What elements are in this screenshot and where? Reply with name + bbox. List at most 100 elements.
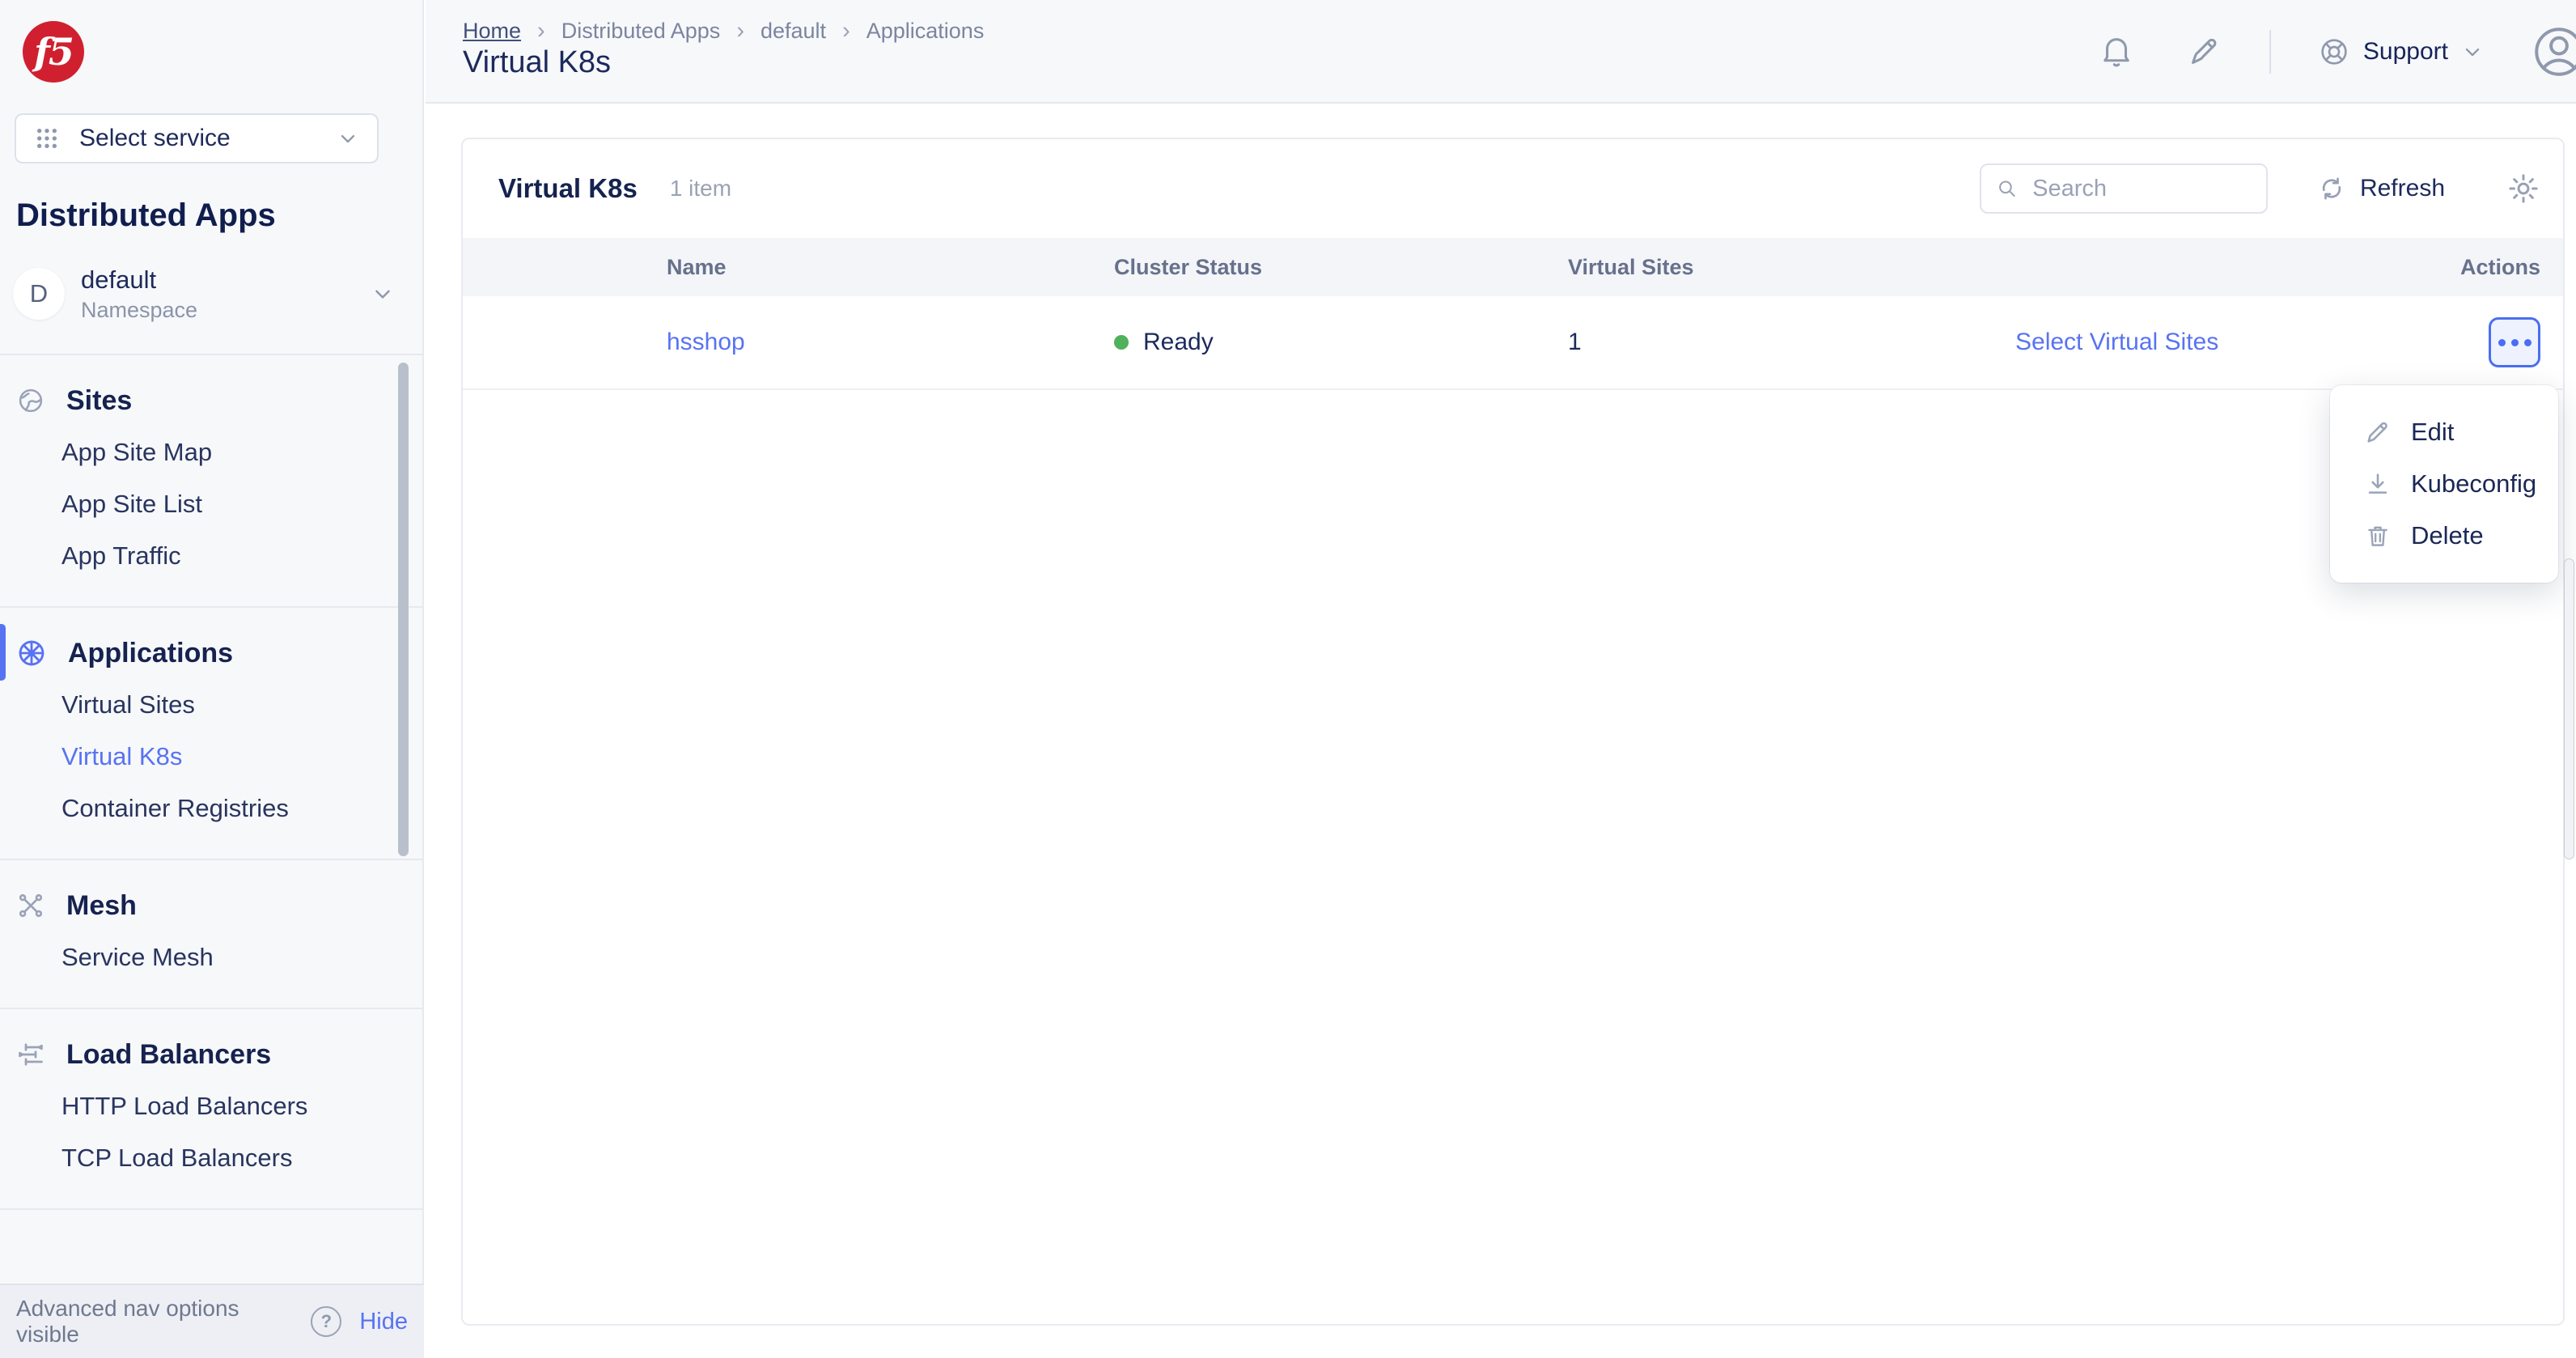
nav-group-title: Load Balancers xyxy=(66,1039,271,1071)
virtual-sites-count: 1 xyxy=(1568,329,2015,356)
main-content: Virtual K8s 1 item Refresh xyxy=(426,104,2576,1358)
menu-item-delete[interactable]: Delete xyxy=(2330,510,2558,562)
breadcrumb-separator: › xyxy=(842,18,850,45)
item-count: 1 item xyxy=(670,176,731,202)
page-title: Virtual K8s xyxy=(463,45,611,80)
search-box xyxy=(1980,163,2268,214)
menu-item-kubeconfig[interactable]: Kubeconfig xyxy=(2330,458,2558,510)
menu-item-label: Edit xyxy=(2411,418,2454,447)
virtual-k8s-card: Virtual K8s 1 item Refresh xyxy=(461,138,2565,1326)
page-scrollbar[interactable] xyxy=(2564,558,2574,859)
f5-logo[interactable]: f5 xyxy=(23,21,84,83)
column-header-actions: Actions xyxy=(2436,255,2540,280)
ellipsis-dot xyxy=(2524,339,2532,346)
table-header: Name Cluster Status Virtual Sites Action… xyxy=(463,238,2563,296)
column-header-cluster-status: Cluster Status xyxy=(1114,255,1568,280)
refresh-label: Refresh xyxy=(2360,175,2445,202)
sidebar-title: Distributed Apps xyxy=(16,197,276,234)
table-row: hsshop Ready 1 Select Virtual Sites xyxy=(463,296,2563,390)
breadcrumb-applications[interactable]: Applications xyxy=(866,19,985,44)
namespace-selector[interactable]: D default Namespace xyxy=(13,265,405,322)
kubernetes-icon xyxy=(16,638,47,668)
sidebar-item-virtual-k8s[interactable]: Virtual K8s xyxy=(0,731,422,783)
sidebar-item-app-site-map[interactable]: App Site Map xyxy=(0,426,422,478)
namespace-avatar: D xyxy=(13,268,65,320)
topbar-actions: Support xyxy=(2098,0,2576,104)
nav-group-header-load-balancers: Load Balancers xyxy=(0,1029,422,1080)
row-actions-menu-button[interactable] xyxy=(2489,317,2540,367)
notifications-bell-icon[interactable] xyxy=(2098,33,2135,70)
support-menu[interactable]: Support xyxy=(2318,36,2484,68)
sidebar-item-http-load-balancers[interactable]: HTTP Load Balancers xyxy=(0,1080,422,1132)
sidebar-item-app-traffic[interactable]: App Traffic xyxy=(0,530,422,582)
nav-group-applications: Applications Virtual Sites Virtual K8s C… xyxy=(0,608,422,860)
advanced-nav-text: Advanced nav options visible xyxy=(16,1296,301,1347)
breadcrumb-default[interactable]: default xyxy=(761,19,826,44)
sidebar: f5 Select service Distributed Apps D def… xyxy=(0,0,424,1358)
status-ready-dot xyxy=(1114,335,1129,350)
search-input[interactable] xyxy=(2031,175,2252,203)
cluster-status-cell: Ready xyxy=(1114,329,1568,356)
row-name-link[interactable]: hsshop xyxy=(667,329,1114,356)
nav-group-title: Sites xyxy=(66,385,132,417)
chevron-down-icon xyxy=(337,127,359,150)
chevron-down-icon xyxy=(2461,40,2484,63)
load-balancer-icon xyxy=(16,1040,45,1069)
pencil-icon xyxy=(2364,418,2392,446)
support-label: Support xyxy=(2363,38,2448,66)
service-selector[interactable]: Select service xyxy=(15,113,379,163)
help-icon[interactable]: ? xyxy=(311,1306,341,1337)
row-actions-cell xyxy=(2489,317,2540,367)
refresh-icon xyxy=(2318,175,2345,202)
edit-pen-icon[interactable] xyxy=(2185,33,2222,70)
breadcrumb-distributed-apps[interactable]: Distributed Apps xyxy=(561,19,721,44)
mesh-icon xyxy=(16,891,45,920)
select-virtual-sites-link[interactable]: Select Virtual Sites xyxy=(2015,329,2436,356)
sidebar-scrollbar[interactable] xyxy=(398,363,409,856)
refresh-button[interactable]: Refresh xyxy=(2318,175,2445,202)
topbar-divider xyxy=(2269,30,2271,74)
nav-group-sites: Sites App Site Map App Site List App Tra… xyxy=(0,355,422,608)
namespace-name: default xyxy=(81,265,197,295)
trash-icon xyxy=(2364,522,2392,550)
service-selector-label: Select service xyxy=(79,125,231,152)
breadcrumb: Home › Distributed Apps › default › Appl… xyxy=(463,18,984,45)
breadcrumb-home[interactable]: Home xyxy=(463,19,521,44)
sidebar-item-app-site-list[interactable]: App Site List xyxy=(0,478,422,530)
life-ring-icon xyxy=(2318,36,2350,68)
status-ready-label: Ready xyxy=(1143,329,1214,356)
user-avatar-icon[interactable] xyxy=(2529,22,2576,82)
sidebar-item-container-registries[interactable]: Container Registries xyxy=(0,783,422,834)
globe-icon xyxy=(16,386,45,415)
page: f5 Select service Distributed Apps D def… xyxy=(0,0,2576,1358)
ellipsis-dot xyxy=(2498,339,2506,346)
sidebar-item-virtual-sites[interactable]: Virtual Sites xyxy=(0,679,422,731)
nav-group-header-sites: Sites xyxy=(0,375,422,426)
f5-logo-text: f5 xyxy=(34,30,73,74)
search-icon xyxy=(1996,176,2018,202)
namespace-label: Namespace xyxy=(81,298,197,323)
card-title: Virtual K8s xyxy=(498,173,638,204)
menu-item-label: Delete xyxy=(2411,521,2484,550)
sidebar-nav: Sites App Site Map App Site List App Tra… xyxy=(0,354,422,1284)
namespace-text: default Namespace xyxy=(81,265,197,323)
column-header-virtual-sites: Virtual Sites xyxy=(1568,255,2015,280)
hide-link[interactable]: Hide xyxy=(359,1309,408,1335)
nav-group-header-mesh: Mesh xyxy=(0,880,422,932)
row-actions-context-menu: Edit Kubeconfig Delete xyxy=(2330,385,2558,583)
sidebar-item-service-mesh[interactable]: Service Mesh xyxy=(0,932,422,983)
chevron-down-icon xyxy=(371,282,395,306)
nav-group-header-applications: Applications xyxy=(0,627,422,679)
download-icon xyxy=(2364,470,2392,498)
column-header-name: Name xyxy=(667,255,1114,280)
nav-group-mesh: Mesh Service Mesh xyxy=(0,860,422,1009)
ellipsis-dot xyxy=(2511,339,2519,346)
sidebar-item-tcp-load-balancers[interactable]: TCP Load Balancers xyxy=(0,1132,422,1184)
active-section-indicator xyxy=(0,624,6,681)
settings-gear-icon[interactable] xyxy=(2506,172,2540,206)
nav-group-title: Applications xyxy=(68,638,233,669)
apps-grid-icon xyxy=(34,125,60,151)
breadcrumb-separator: › xyxy=(537,18,545,45)
menu-item-label: Kubeconfig xyxy=(2411,469,2536,499)
menu-item-edit[interactable]: Edit xyxy=(2330,406,2558,458)
